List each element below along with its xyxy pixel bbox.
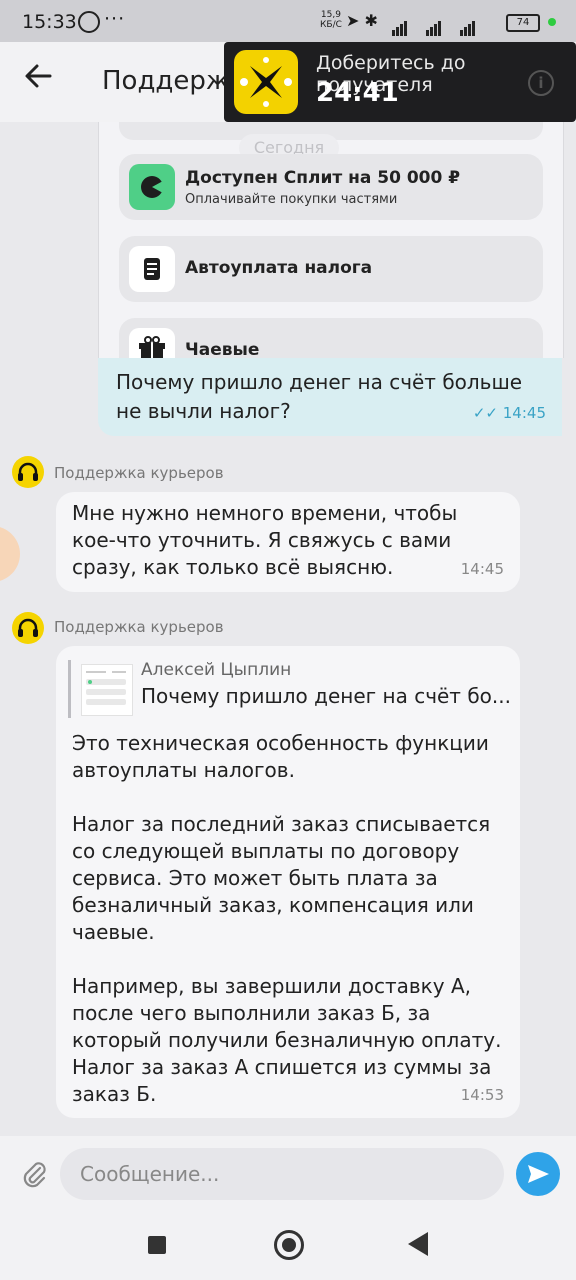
info-icon[interactable]: i <box>528 70 554 96</box>
sender-name: Поддержка курьеров <box>54 618 224 636</box>
speed-value: 15,9 <box>320 10 341 20</box>
recents-button[interactable] <box>148 1236 166 1254</box>
split-icon <box>129 164 175 210</box>
outgoing-message[interactable]: Почему пришло денег на счёт больше не вы… <box>98 358 562 436</box>
message-text: Это техническая особенность функции авто… <box>72 731 502 1106</box>
feature-title: Автоуплата налога <box>185 258 373 278</box>
arrow-left-icon[interactable] <box>24 62 52 98</box>
document-icon <box>129 246 175 292</box>
incoming-message[interactable]: Алексей Цыплин Почему пришло денег на сч… <box>56 646 520 1118</box>
sender-name: Поддержка курьеров <box>54 464 224 482</box>
feature-title: Чаевые <box>185 340 260 358</box>
message-time-value: 14:45 <box>502 404 546 422</box>
feature-title: Доступен Сплит на 50 000 ₽ <box>185 168 461 188</box>
message-composer <box>0 1136 576 1210</box>
side-widget-handle[interactable] <box>0 526 20 582</box>
message-input[interactable] <box>60 1148 504 1200</box>
avatar <box>12 456 44 488</box>
system-navigation-bar <box>0 1210 576 1280</box>
privacy-dot-icon <box>548 18 556 26</box>
network-speed: 15,9 КБ/С <box>320 10 342 30</box>
feature-card-tips: Чаевые <box>119 318 543 358</box>
avatar <box>12 612 44 644</box>
gift-icon <box>129 328 175 358</box>
message-time: 14:45 <box>460 560 504 578</box>
app-logo-icon <box>234 50 298 114</box>
status-bar: 15:33 ··· 15,9 КБ/С ➤ ✱ 74 <box>0 0 576 42</box>
navigation-icon: ➤ ✱ <box>346 11 378 30</box>
home-button[interactable] <box>274 1230 304 1260</box>
quote-text: Почему пришло денег на счёт бо... <box>141 684 511 708</box>
reply-quote[interactable]: Алексей Цыплин Почему пришло денег на сч… <box>68 660 511 718</box>
battery-icon: 74 <box>506 14 540 32</box>
back-button[interactable] <box>408 1232 428 1256</box>
message-time: ✓✓ 14:45 <box>473 404 546 422</box>
feature-card-split: Доступен Сплит на 50 000 ₽ Оплачивайте п… <box>119 154 543 220</box>
more-notifications-icon: ··· <box>104 8 126 30</box>
double-check-icon: ✓✓ <box>472 404 498 422</box>
attached-screenshot[interactable]: Сегодня Доступен Сплит на 50 000 ₽ Оплач… <box>98 122 564 358</box>
feature-card-tax: Автоуплата налога <box>119 236 543 302</box>
quote-author: Алексей Цыплин <box>141 660 292 680</box>
send-icon <box>528 1165 549 1183</box>
status-time: 15:33 <box>22 11 77 33</box>
whatsapp-icon <box>78 11 100 33</box>
speed-unit: КБ/С <box>320 20 342 30</box>
message-time: 14:53 <box>460 1086 504 1104</box>
feature-subtitle: Оплачивайте покупки частями <box>185 192 398 207</box>
paperclip-icon[interactable] <box>20 1158 48 1195</box>
signal-icon <box>392 14 476 36</box>
send-button[interactable] <box>516 1152 560 1196</box>
chat-messages[interactable]: Сегодня Доступен Сплит на 50 000 ₽ Оплач… <box>0 122 576 1136</box>
quote-thumbnail <box>81 664 133 716</box>
delivery-timer-banner[interactable]: Доберитесь до получателя 24:41 i <box>224 42 576 122</box>
incoming-message[interactable]: Мне нужно немного времени, чтобы кое-что… <box>56 492 520 592</box>
message-text: Мне нужно немного времени, чтобы кое-что… <box>72 501 458 579</box>
banner-timer: 24:41 <box>316 78 399 108</box>
